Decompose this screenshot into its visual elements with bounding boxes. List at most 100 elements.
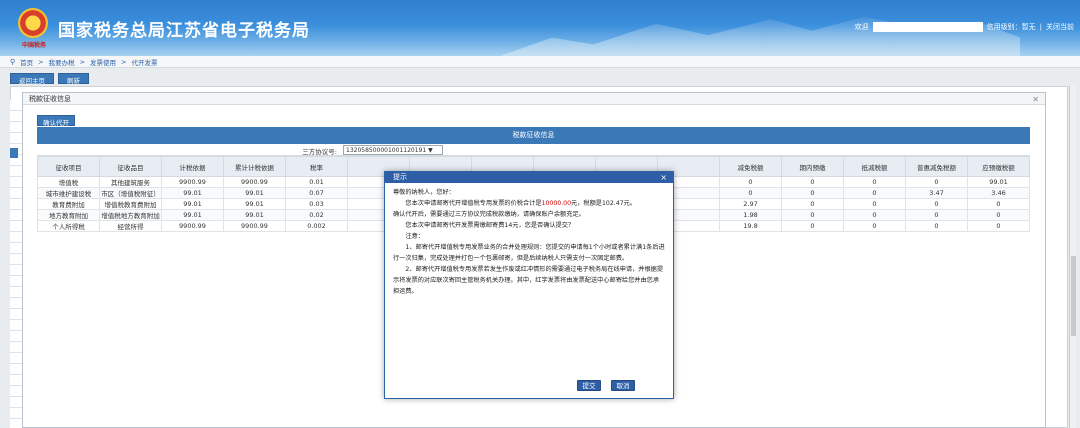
column-header: 征收品目 (99, 156, 162, 177)
table-cell: 0.03 (285, 198, 348, 210)
dialog-title: 提示 (393, 173, 407, 181)
submit-button[interactable]: 提交 (577, 380, 601, 391)
table-cell: 经营所得 (99, 220, 162, 232)
separator: | (1039, 23, 1042, 31)
dialog-note-2: 2、邮寄代开增值税专用发票若发生作废或红冲情形的需要通过电子税务局在线申请，并根… (393, 266, 664, 295)
table-cell: 3.46 (967, 187, 1030, 199)
table-cell: 9900.99 (161, 220, 224, 232)
table-cell: 0 (781, 198, 844, 210)
agreement-label: 三方协议号: (302, 148, 337, 156)
table-cell: 0 (719, 187, 782, 199)
prompt-dialog: 提示 × 尊敬的纳税人，您好： 您本次申请邮寄代开增值税专用发票的价税合计是10… (384, 171, 674, 399)
table-cell: 99.01 (967, 176, 1030, 188)
page-scrollbar[interactable] (1069, 86, 1076, 428)
close-page-link[interactable]: 关闭当前 (1046, 22, 1074, 32)
table-cell: 3.47 (905, 187, 968, 199)
table-cell: 99.01 (223, 209, 286, 221)
table-cell: 99.01 (161, 187, 224, 199)
site-title: 国家税务总局江苏省电子税务局 (58, 21, 310, 41)
table-cell: 增值税 (37, 176, 100, 188)
table-cell: 市区（增值税附征） (99, 187, 162, 199)
welcome-text: 欢迎 (854, 23, 869, 31)
table-cell: 个人所得税 (37, 220, 100, 232)
crumb-tax[interactable]: 我要办税 (49, 57, 75, 67)
breadcrumb: ⚲ 首页 > 我要办税 > 发票使用 > 代开发票 (0, 56, 1080, 68)
table-cell: 9900.99 (223, 220, 286, 232)
modal-close-icon[interactable]: ✕ (1032, 94, 1039, 106)
table-cell: 0 (719, 176, 782, 188)
site-header: 中国税务 国家税务总局江苏省电子税务局 欢迎 信用级别：暂无 | 关闭当前 (0, 0, 1080, 56)
refresh-button[interactable]: 刷新 (58, 73, 89, 85)
column-header: 累计计税依据 (223, 156, 286, 177)
column-header: 应预缴税额 (967, 156, 1030, 177)
table-cell: 0 (967, 220, 1030, 232)
table-cell: 0 (905, 176, 968, 188)
header-mountain-graphic (500, 16, 1020, 56)
modal-title-text: 税款征收信息 (29, 95, 71, 103)
table-cell: 0.01 (285, 176, 348, 188)
crumb-issue-invoice: 代开发票 (131, 58, 158, 67)
column-header: 期内预缴 (781, 156, 844, 177)
tax-emblem-icon (18, 8, 48, 38)
table-cell: 19.8 (719, 220, 782, 232)
table-cell: 99.01 (161, 209, 224, 221)
background-tab-marker (10, 148, 18, 158)
table-cell: 0 (843, 198, 906, 210)
table-cell: 0 (781, 176, 844, 188)
table-cell: 99.01 (161, 198, 224, 210)
location-pin-icon: ⚲ (10, 57, 16, 66)
table-cell: 0.002 (285, 220, 348, 232)
table-cell: 0 (843, 176, 906, 188)
scroll-thumb[interactable] (1071, 256, 1076, 336)
table-cell: 99.01 (223, 198, 286, 210)
dialog-header: 提示 × (385, 172, 673, 183)
column-header: 抵减税额 (843, 156, 906, 177)
modal-title: 税款征收信息 ✕ (23, 93, 1045, 105)
dialog-payment-note: 确认代开后，需要通过三方协议完成税款缴纳，请确保账户余额充足。 (393, 211, 585, 218)
credit-level: 信用级别：暂无 (986, 23, 1036, 31)
dialog-close-icon[interactable]: × (660, 172, 667, 183)
back-home-button[interactable]: 返回主页 (10, 73, 54, 85)
agreement-select[interactable]: 132058500001001120191 ▼ (343, 145, 443, 155)
cancel-button[interactable]: 取消 (611, 380, 635, 391)
table-cell: 2.97 (719, 198, 782, 210)
crumb-sep: > (79, 57, 86, 66)
amount-text-a: 您本次申请邮寄代开增值税专用发票的价税合计是 (405, 200, 542, 207)
redacted-username (872, 22, 983, 32)
table-cell: 0 (905, 198, 968, 210)
table-cell: 其他建筑服务 (99, 176, 162, 188)
user-area: 欢迎 信用级别：暂无 | 关闭当前 (855, 22, 1074, 32)
table-cell: 9900.99 (161, 176, 224, 188)
table-cell: 0 (781, 187, 844, 199)
confirm-issue-button[interactable]: 确认代开 (37, 115, 75, 127)
dialog-note-1: 1、邮寄代开增值税专用发票业务的合并处理规则：您提交的申请每1个小时或者累计满1… (393, 244, 665, 262)
table-cell: 0.02 (285, 209, 348, 221)
crumb-home[interactable]: 首页 (20, 57, 33, 67)
agreement-row: 三方协议号: 132058500001001120191 ▼ (37, 144, 1030, 156)
table-cell: 0 (843, 209, 906, 221)
table-cell: 城市维护建设税 (37, 187, 100, 199)
dialog-body: 尊敬的纳税人，您好： 您本次申请邮寄代开增值税专用发票的价税合计是10000.0… (385, 183, 673, 301)
dialog-actions: 提交 取消 (577, 380, 635, 391)
crumb-sep: > (121, 57, 127, 66)
amount-text-b: 元，税额是102.47元。 (571, 200, 637, 207)
crumb-invoice-use[interactable]: 发票使用 (90, 57, 116, 67)
table-title: 税款征收信息 (37, 127, 1030, 144)
amount-value: 10000.00 (541, 200, 572, 207)
column-header: 征收项目 (37, 156, 100, 177)
table-cell: 增值税教育费附加 (99, 198, 162, 210)
column-header: 减免税额 (719, 156, 782, 177)
table-cell: 0 (843, 220, 906, 232)
column-header: 普惠减免税额 (905, 156, 968, 177)
dialog-postage-question: 您本次申请邮寄代开发票需缴邮寄费14元，您是否确认提交？ (405, 222, 575, 229)
emblem-caption: 中国税务 (21, 42, 46, 49)
table-cell: 教育费附加 (37, 198, 100, 210)
dialog-greeting: 尊敬的纳税人，您好： (393, 189, 455, 196)
table-cell: 0 (781, 220, 844, 232)
dialog-amount-line: 您本次申请邮寄代开增值税专用发票的价税合计是10000.00元，税额是102.4… (393, 198, 665, 209)
dialog-note-label: 注意： (405, 233, 424, 240)
column-header: 计税依据 (161, 156, 224, 177)
table-cell: 1.98 (719, 209, 782, 221)
table-cell: 0 (967, 198, 1030, 210)
crumb-sep: > (38, 57, 44, 66)
